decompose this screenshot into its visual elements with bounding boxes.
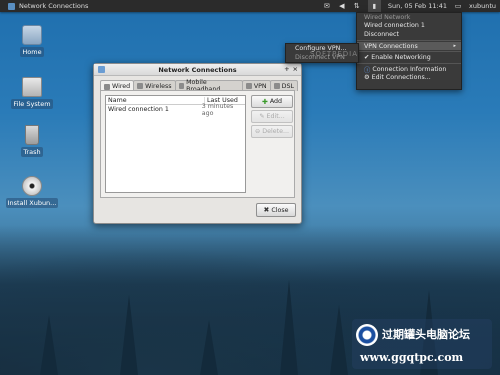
- menu-item-connection-info[interactable]: ⓘ Connection Information: [357, 65, 461, 74]
- edit-icon: ✎: [259, 113, 265, 120]
- window-icon: [98, 66, 105, 73]
- menu-separator: [357, 51, 461, 53]
- info-icon: ⓘ: [364, 66, 373, 74]
- desktop-icon-install[interactable]: Install Xubun...: [2, 176, 62, 208]
- delete-icon: ⊖: [255, 128, 261, 135]
- table-row[interactable]: Wired connection 1 3 minutes ago: [106, 102, 245, 117]
- drive-icon: [22, 77, 42, 97]
- tab-label: DSL: [281, 82, 294, 90]
- minimize-icon[interactable]: +: [284, 65, 289, 73]
- network-menu: Wired Network Wired connection 1 Disconn…: [356, 12, 462, 90]
- site-watermark: 过期罐头电脑论坛 www.ggqtpc.com: [352, 319, 492, 369]
- edit-label: Edit...: [266, 113, 285, 120]
- connection-last-used: 3 minutes ago: [201, 102, 234, 117]
- watermark-url: www.ggqtpc.com: [360, 351, 464, 364]
- lock-icon: [245, 83, 252, 89]
- edit-settings-icon: ⚙: [364, 74, 372, 82]
- power-icon[interactable]: ▭: [454, 2, 462, 10]
- close-label: Close: [271, 206, 289, 214]
- user-menu[interactable]: xubuntu: [469, 2, 496, 10]
- delete-label: Delete...: [262, 128, 289, 135]
- desktop-icon-label: Home: [20, 47, 44, 57]
- menu-item-vpn-connections[interactable]: VPN Connections ▸: [357, 41, 461, 51]
- wired-icon: [104, 83, 110, 90]
- desktop-icon-trash[interactable]: Trash: [2, 125, 62, 157]
- desktop-icon-label: Install Xubun...: [5, 198, 59, 208]
- menu-separator: [357, 39, 461, 41]
- top-panel: Network Connections ✉ ◀ ⇅ ▮ Sun, 05 Feb …: [0, 0, 500, 12]
- menu-item-label: Edit Connections...: [371, 74, 431, 82]
- network-connections-window: Network Connections + × Wired Wireless M…: [93, 63, 302, 224]
- desktop-icon-label: File System: [11, 99, 53, 109]
- watermark-title: 过期罐头电脑论坛: [382, 328, 470, 341]
- edit-button[interactable]: ✎ Edit...: [251, 110, 293, 123]
- desktop-icon-label: Trash: [21, 147, 43, 157]
- add-label: Add: [269, 98, 283, 105]
- menu-item-label: Connection Information: [372, 65, 447, 73]
- menu-item-label: Enable Networking: [371, 54, 431, 62]
- site-logo-icon: [356, 324, 378, 346]
- menu-separator: [357, 62, 461, 64]
- desktop-icon-home[interactable]: Home: [2, 25, 62, 57]
- submenu-arrow-icon: ▸: [453, 43, 456, 50]
- desktop-icon-file-system[interactable]: File System: [2, 77, 62, 109]
- network-manager-icon[interactable]: ▮: [367, 0, 381, 12]
- cd-icon: [22, 176, 42, 196]
- volume-icon[interactable]: ◀: [338, 2, 346, 10]
- tab-label: Wired: [112, 83, 131, 90]
- window-titlebar[interactable]: Network Connections + ×: [94, 64, 301, 76]
- menu-item-wired-connection[interactable]: Wired connection 1: [357, 22, 461, 31]
- menu-item-label: VPN Connections: [364, 42, 418, 50]
- add-button[interactable]: ✚ Add: [251, 95, 293, 108]
- home-folder-icon: [22, 25, 42, 45]
- menu-section-wired: Wired Network: [364, 13, 411, 21]
- mail-icon[interactable]: ✉: [323, 2, 331, 10]
- close-button[interactable]: ✖ Close: [256, 203, 296, 217]
- clock[interactable]: Sun, 05 Feb 11:41: [388, 2, 447, 10]
- connection-list[interactable]: Name Last Used Wired connection 1 3 minu…: [105, 95, 246, 193]
- tab-label: Wireless: [145, 82, 172, 90]
- menu-item-disconnect[interactable]: Disconnect: [357, 30, 461, 39]
- trash-icon: [25, 125, 39, 145]
- mobile-icon: [178, 83, 185, 89]
- column-header-name[interactable]: Name: [106, 96, 205, 104]
- network-window-icon: [8, 2, 15, 10]
- network-arrows-icon[interactable]: ⇅: [353, 2, 361, 10]
- taskbar-window-label: Network Connections: [19, 2, 89, 10]
- tab-label: VPN: [253, 82, 267, 90]
- dsl-icon: [273, 83, 280, 89]
- connection-name: Wired connection 1: [108, 106, 169, 113]
- softpedia-watermark: SOFTPEDIA: [310, 50, 359, 58]
- menu-item-enable-networking[interactable]: ✔ Enable Networking: [357, 53, 461, 62]
- window-title: Network Connections: [158, 65, 237, 74]
- wireless-icon: [137, 83, 144, 89]
- close-icon[interactable]: ×: [293, 65, 298, 73]
- close-x-icon: ✖: [263, 206, 270, 214]
- taskbar-window-button[interactable]: Network Connections: [4, 2, 92, 10]
- checkmark-icon: ✔: [364, 54, 372, 62]
- delete-button[interactable]: ⊖ Delete...: [251, 125, 293, 138]
- plus-icon: ✚: [261, 97, 268, 106]
- wired-tab-panel: Name Last Used Wired connection 1 3 minu…: [100, 90, 295, 198]
- menu-item-edit-connections[interactable]: ⚙ Edit Connections...: [357, 74, 461, 83]
